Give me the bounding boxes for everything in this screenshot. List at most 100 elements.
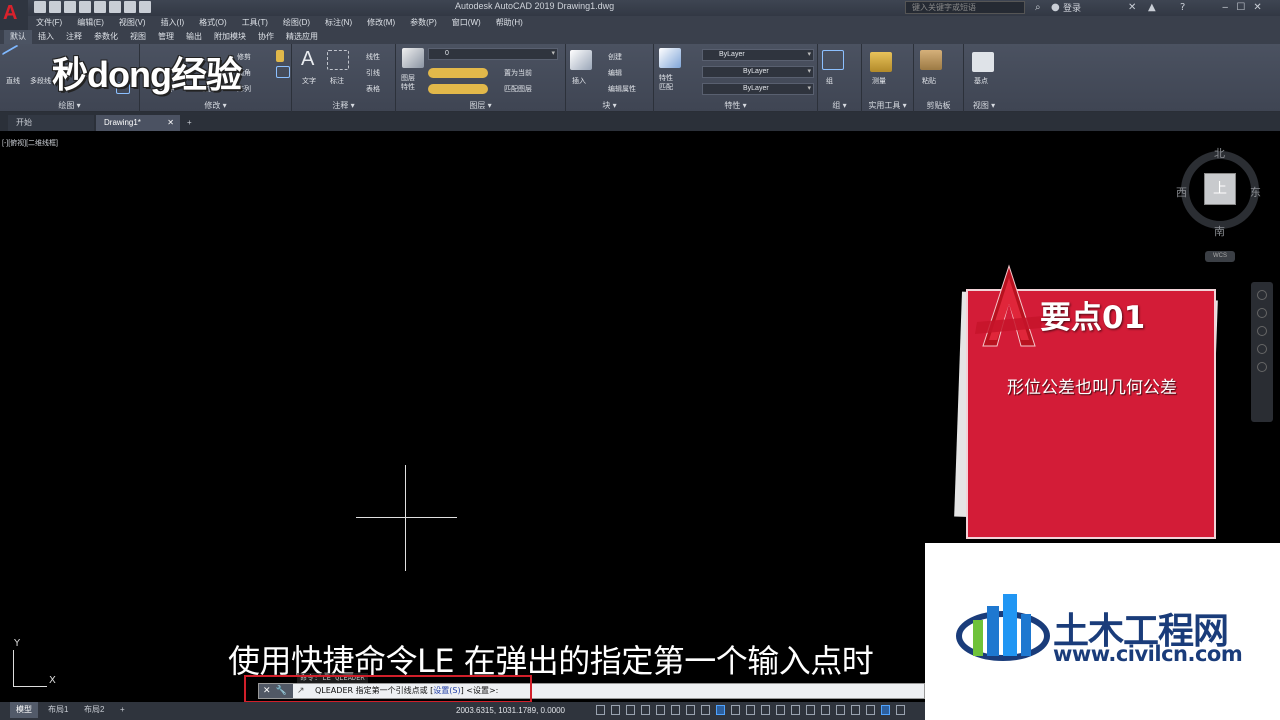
tab-parametric[interactable]: 参数化	[88, 30, 124, 44]
panel-clipboard-title[interactable]: 剪贴板	[914, 100, 963, 111]
layout-tab-layout1[interactable]: 布局1	[42, 702, 74, 718]
panel-utilities-title[interactable]: 实用工具 ▾	[862, 100, 913, 111]
paste-button[interactable]: 粘贴	[922, 76, 936, 86]
base-view-button[interactable]: 基点	[974, 76, 988, 86]
base-view-icon[interactable]	[972, 52, 994, 72]
panel-block-title[interactable]: 块 ▾	[566, 100, 653, 111]
window-buttons[interactable]: ‒☐✕	[1222, 2, 1270, 13]
menu-edit[interactable]: 编辑(E)	[77, 16, 104, 30]
panel-draw-title[interactable]: 绘图 ▾	[0, 100, 139, 111]
ortho-icon[interactable]	[656, 705, 665, 715]
linear-button[interactable]: 线性	[366, 52, 380, 62]
viewport-controls[interactable]: [-][俯视][二维线框]	[2, 138, 58, 148]
login-button[interactable]: 登录	[1063, 1, 1081, 14]
text-icon[interactable]: A	[301, 48, 314, 71]
a360-icon[interactable]: ▲	[1148, 2, 1156, 13]
object-snap-icon[interactable]	[716, 705, 725, 715]
tab-addins[interactable]: 附加模块	[208, 30, 252, 44]
group-button[interactable]: 组	[826, 76, 833, 86]
tab-default[interactable]: 默认	[4, 30, 32, 44]
annotation-visibility-icon[interactable]	[791, 705, 800, 715]
selection-cycling-icon[interactable]	[761, 705, 770, 715]
layer-tools-icon[interactable]	[428, 68, 488, 78]
menu-window[interactable]: 窗口(W)	[452, 16, 481, 30]
menu-draw[interactable]: 绘图(D)	[283, 16, 310, 30]
add-layout-button[interactable]: +	[114, 702, 131, 718]
plot-icon[interactable]	[94, 1, 106, 13]
compass-north[interactable]: 北	[1214, 145, 1225, 161]
menu-help[interactable]: 帮助(H)	[496, 16, 523, 30]
navigation-bar[interactable]	[1251, 282, 1273, 422]
tab-start[interactable]: 开始	[8, 115, 94, 131]
lineweight-dropdown[interactable]: ByLayer	[702, 83, 814, 95]
linetype-dropdown[interactable]: ByLayer	[702, 66, 814, 78]
transparency-icon[interactable]	[746, 705, 755, 715]
units-icon[interactable]	[836, 705, 845, 715]
layout-tab-layout2[interactable]: 布局2	[78, 702, 110, 718]
text-button[interactable]: 文字	[302, 76, 316, 86]
menu-insert[interactable]: 插入(I)	[161, 16, 185, 30]
paste-icon[interactable]	[920, 50, 942, 70]
erase-icon[interactable]	[276, 50, 284, 62]
panel-properties-title[interactable]: 特性 ▾	[654, 100, 817, 111]
compass-west[interactable]: 西	[1176, 184, 1187, 200]
new-icon[interactable]	[34, 1, 46, 13]
save-icon[interactable]	[64, 1, 76, 13]
menu-format[interactable]: 格式(O)	[199, 16, 227, 30]
menu-view[interactable]: 视图(V)	[119, 16, 146, 30]
color-dropdown[interactable]: ByLayer	[702, 49, 814, 61]
application-menu-button[interactable]: A	[0, 0, 28, 30]
panel-modify-title[interactable]: 修改 ▾	[140, 100, 291, 111]
polyline-button[interactable]: 多段线	[30, 76, 51, 86]
customization-icon[interactable]	[896, 705, 905, 715]
layer-properties-button[interactable]: 图层 特性	[401, 74, 415, 92]
make-current-button[interactable]: 置为当前	[504, 68, 532, 78]
hardware-acceleration-icon[interactable]	[881, 705, 890, 715]
layout-tab-model[interactable]: 模型	[10, 702, 38, 718]
create-block-button[interactable]: 创建	[608, 52, 622, 62]
match-layer-button[interactable]: 匹配图层	[504, 84, 532, 94]
help-icon[interactable]: ?	[1180, 2, 1185, 13]
tab-insert[interactable]: 插入	[32, 30, 60, 44]
panel-groups-title[interactable]: 组 ▾	[818, 100, 861, 111]
pan-icon[interactable]	[1257, 308, 1267, 318]
exchange-icon[interactable]: ✕	[1128, 2, 1136, 13]
workspace-icon[interactable]	[821, 705, 830, 715]
annotation-scale-icon[interactable]	[806, 705, 815, 715]
isolate-objects-icon[interactable]	[866, 705, 875, 715]
binoculars-icon[interactable]: ⌕	[1035, 2, 1041, 13]
object-snap-tracking-icon[interactable]	[701, 705, 710, 715]
redo-icon[interactable]	[139, 1, 151, 13]
close-tab-icon[interactable]: ✕	[167, 115, 174, 131]
line-button[interactable]: 直线	[6, 76, 20, 86]
infer-icon[interactable]	[626, 705, 635, 715]
insert-button[interactable]: 插入	[572, 76, 586, 86]
user-icon[interactable]: ●	[1051, 2, 1060, 13]
isodraft-icon[interactable]	[686, 705, 695, 715]
tab-manage[interactable]: 管理	[152, 30, 180, 44]
copy-icon[interactable]	[276, 66, 290, 78]
dimension-button[interactable]: 标注	[330, 76, 344, 86]
measure-button[interactable]: 测量	[872, 76, 886, 86]
dynamic-input-icon[interactable]	[641, 705, 650, 715]
layer-properties-icon[interactable]	[402, 48, 424, 68]
menu-modify[interactable]: 修改(M)	[367, 16, 395, 30]
match-properties-icon[interactable]	[659, 48, 681, 68]
save-as-icon[interactable]	[79, 1, 91, 13]
tab-collaborate[interactable]: 协作	[252, 30, 280, 44]
edit-block-button[interactable]: 编辑	[608, 68, 622, 78]
menu-parametric[interactable]: 参数(P)	[410, 16, 437, 30]
3d-osnap-icon[interactable]	[776, 705, 785, 715]
orbit-icon[interactable]	[1257, 344, 1267, 354]
compass-east[interactable]: 东	[1250, 184, 1261, 200]
tab-output[interactable]: 输出	[180, 30, 208, 44]
panel-annotation-title[interactable]: 注释 ▾	[292, 100, 395, 111]
group-icon[interactable]	[822, 50, 844, 70]
match-properties-button[interactable]: 特性 匹配	[659, 74, 673, 92]
measure-icon[interactable]	[870, 52, 892, 72]
steering-wheel-icon[interactable]	[1257, 290, 1267, 300]
tab-drawing1[interactable]: Drawing1* ✕	[96, 115, 180, 131]
layer-tools-2-icon[interactable]	[428, 84, 488, 94]
showmotion-icon[interactable]	[1257, 362, 1267, 372]
table-button[interactable]: 表格	[366, 84, 380, 94]
